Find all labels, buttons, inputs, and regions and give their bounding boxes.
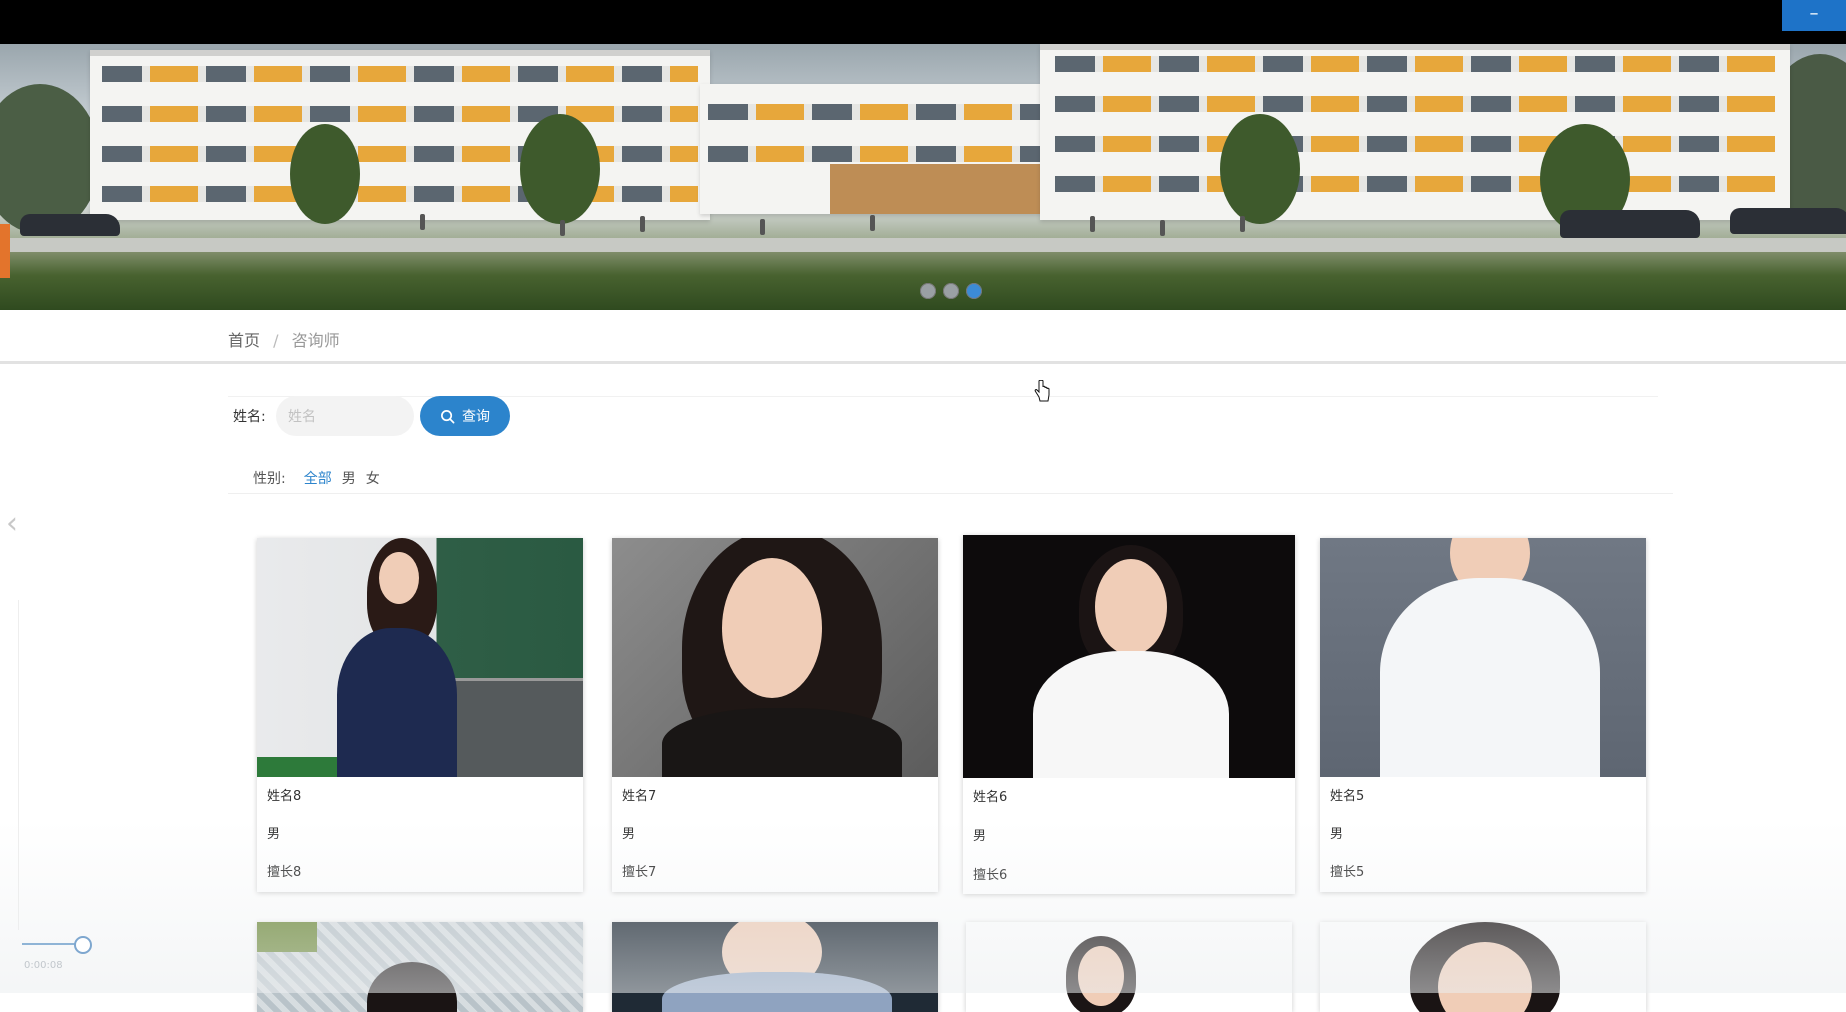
search-icon bbox=[441, 409, 455, 423]
divider bbox=[0, 361, 1846, 364]
counselor-photo bbox=[612, 538, 938, 777]
counselor-gender: 男 bbox=[1330, 827, 1344, 842]
counselor-gender: 男 bbox=[267, 827, 281, 842]
counselor-gender: 男 bbox=[973, 829, 987, 844]
chevron-left-icon[interactable]: ‹ bbox=[6, 506, 18, 541]
breadcrumb-separator: / bbox=[273, 331, 279, 350]
gender-option-female[interactable]: 女 bbox=[366, 468, 380, 488]
counselor-specialty: 擅长8 bbox=[267, 865, 302, 880]
school-building-left bbox=[90, 50, 710, 220]
playback-time: 0:00:08 bbox=[24, 960, 63, 971]
counselor-card-partial[interactable] bbox=[966, 922, 1292, 1012]
carousel-indicators bbox=[920, 283, 982, 299]
gender-filter-label: 性别: bbox=[253, 471, 286, 487]
hand-cursor-icon bbox=[1034, 380, 1050, 402]
playback-slider[interactable] bbox=[22, 936, 92, 954]
counselor-card-partial[interactable] bbox=[257, 922, 583, 1012]
counselor-card-partial[interactable] bbox=[612, 922, 938, 1012]
query-button-label: 查询 bbox=[462, 409, 490, 425]
counselor-photo bbox=[966, 922, 1292, 1012]
counselor-photo bbox=[963, 535, 1295, 778]
counselor-specialty: 擅长5 bbox=[1330, 865, 1365, 880]
counselor-name: 姓名5 bbox=[1330, 789, 1365, 804]
top-bar bbox=[0, 0, 1846, 44]
counselor-name: 姓名8 bbox=[267, 789, 302, 804]
counselor-card[interactable]: 姓名5 男 擅长5 bbox=[1320, 538, 1646, 892]
counselor-specialty: 擅长6 bbox=[973, 868, 1008, 883]
counselor-card[interactable]: 姓名8 男 擅长8 bbox=[257, 538, 583, 892]
counselor-photo bbox=[1320, 922, 1646, 1012]
carousel-dot-2[interactable] bbox=[943, 283, 959, 299]
carousel-dot-1[interactable] bbox=[920, 283, 936, 299]
counselor-gender: 男 bbox=[622, 827, 636, 842]
slider-knob[interactable] bbox=[74, 936, 92, 954]
breadcrumb: 首页 / 咨询师 bbox=[228, 327, 340, 351]
counselor-photo bbox=[257, 538, 583, 777]
counselor-card[interactable]: 姓名6 男 擅长6 bbox=[963, 535, 1295, 894]
query-button[interactable]: 查询 bbox=[420, 396, 510, 436]
gender-option-all[interactable]: 全部 bbox=[304, 468, 332, 488]
counselor-photo bbox=[612, 922, 938, 1012]
minimize-button[interactable]: – bbox=[1782, 0, 1846, 31]
counselor-name: 姓名6 bbox=[973, 790, 1008, 805]
side-line bbox=[18, 600, 19, 930]
breadcrumb-current: 咨询师 bbox=[291, 331, 340, 350]
counselor-photo bbox=[1320, 538, 1646, 777]
counselor-card[interactable]: 姓名7 男 擅长7 bbox=[612, 538, 938, 892]
filter-divider bbox=[228, 493, 1673, 494]
counselor-card-partial[interactable] bbox=[1320, 922, 1646, 1012]
name-label: 姓名: bbox=[233, 409, 266, 425]
breadcrumb-home[interactable]: 首页 bbox=[228, 331, 260, 350]
counselor-name: 姓名7 bbox=[622, 789, 657, 804]
banner-carousel bbox=[0, 44, 1846, 310]
carousel-dot-3[interactable] bbox=[966, 283, 982, 299]
counselor-photo bbox=[257, 922, 583, 1012]
school-building-right bbox=[1040, 44, 1790, 220]
gender-filter: 性别: 全部 男 女 bbox=[253, 468, 380, 488]
counselor-specialty: 擅长7 bbox=[622, 865, 657, 880]
gender-option-male[interactable]: 男 bbox=[342, 468, 356, 488]
name-search-input[interactable] bbox=[276, 396, 414, 436]
